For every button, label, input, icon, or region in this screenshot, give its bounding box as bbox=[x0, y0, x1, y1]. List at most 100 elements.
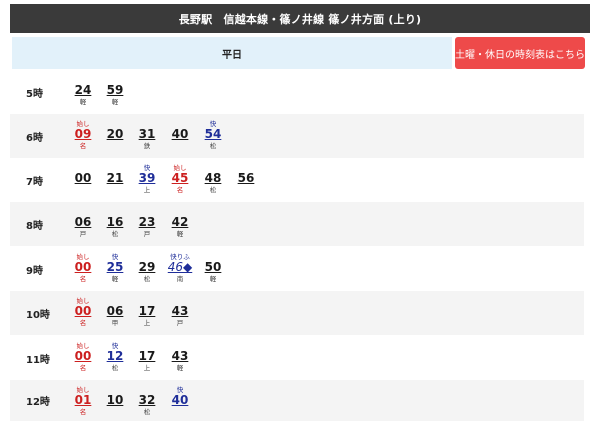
departure-minute[interactable]: 46◆ bbox=[163, 261, 197, 274]
holiday-timetable-button[interactable]: 土曜・休日の時刻表はこちら bbox=[455, 37, 585, 69]
departure-minute[interactable]: 06 bbox=[98, 305, 132, 318]
tab-weekday[interactable]: 平日 bbox=[12, 37, 452, 69]
departure-time[interactable]: 06 戸 bbox=[66, 202, 100, 246]
destination-mark: 松 bbox=[111, 364, 119, 372]
departure-minute[interactable]: 20 bbox=[98, 128, 132, 141]
destination-mark: 名 bbox=[176, 186, 184, 194]
departure-time[interactable]: 29 松 bbox=[130, 247, 164, 291]
departure-minute[interactable]: 12 bbox=[98, 350, 132, 363]
departure-time[interactable]: 59 軽 bbox=[98, 70, 132, 114]
departure-minute[interactable]: 45 bbox=[163, 172, 197, 185]
departure-time[interactable]: 40 bbox=[163, 114, 197, 158]
departure-minute[interactable]: 43 bbox=[163, 305, 197, 318]
destination-mark: 松 bbox=[111, 230, 119, 238]
destination-mark: 松 bbox=[143, 408, 151, 416]
departure-minute[interactable]: 42 bbox=[163, 216, 197, 229]
departure-time[interactable]: 21 bbox=[98, 158, 132, 202]
departure-minute[interactable]: 16 bbox=[98, 216, 132, 229]
departure-minute[interactable]: 00 bbox=[66, 172, 100, 185]
departure-time[interactable]: 10 bbox=[98, 380, 132, 421]
destination-mark: 戸 bbox=[143, 230, 151, 238]
departure-time[interactable]: 17 上 bbox=[130, 336, 164, 380]
destination-mark: 名 bbox=[79, 319, 87, 327]
destination-mark: 軽 bbox=[111, 98, 119, 106]
destination-mark: 軽 bbox=[176, 230, 184, 238]
departure-time[interactable]: 始し 01 名 bbox=[66, 380, 100, 421]
departure-minute[interactable]: 56 bbox=[229, 172, 263, 185]
departure-time[interactable]: 快 25 軽 bbox=[98, 247, 132, 291]
departure-minute[interactable]: 00 bbox=[66, 305, 100, 318]
hour-row: 12時 始し 01 名 10 32 松快 40 bbox=[10, 380, 584, 421]
hour-label: 5時 bbox=[26, 88, 43, 100]
hour-label: 10時 bbox=[26, 309, 50, 321]
departure-time[interactable]: 24 軽 bbox=[66, 70, 100, 114]
destination-mark: 上 bbox=[143, 319, 151, 327]
departure-minute[interactable]: 06 bbox=[66, 216, 100, 229]
departure-time[interactable]: 17 上 bbox=[130, 291, 164, 335]
hour-row: 9時 始し 00 名快 25 軽 29 松快りふ 46◆ 南 50 軽 bbox=[10, 247, 584, 291]
departure-time[interactable]: 48 松 bbox=[196, 158, 230, 202]
departure-minute[interactable]: 48 bbox=[196, 172, 230, 185]
destination-mark: 上 bbox=[143, 364, 151, 372]
departure-minute[interactable]: 17 bbox=[130, 350, 164, 363]
departure-minute[interactable]: 29 bbox=[130, 261, 164, 274]
hour-row: 5時 24 軽 59 軽 bbox=[10, 70, 584, 114]
departure-minute[interactable]: 50 bbox=[196, 261, 230, 274]
departure-time[interactable]: 32 松 bbox=[130, 380, 164, 421]
departure-minute[interactable]: 01 bbox=[66, 394, 100, 407]
departure-minute[interactable]: 00 bbox=[66, 261, 100, 274]
departure-time[interactable]: 快 40 bbox=[163, 380, 197, 421]
departure-minute[interactable]: 31 bbox=[130, 128, 164, 141]
destination-mark: 甲 bbox=[111, 319, 119, 327]
departure-minute[interactable]: 40 bbox=[163, 394, 197, 407]
destination-mark: 戸 bbox=[176, 319, 184, 327]
destination-mark: 松 bbox=[209, 142, 217, 150]
departure-minute[interactable]: 25 bbox=[98, 261, 132, 274]
departure-time[interactable]: 始し 00 名 bbox=[66, 336, 100, 380]
departure-time[interactable]: 快 12 松 bbox=[98, 336, 132, 380]
destination-mark: 名 bbox=[79, 364, 87, 372]
destination-mark: 軽 bbox=[79, 98, 87, 106]
destination-mark: 鉄 bbox=[143, 142, 151, 150]
departure-time[interactable]: 06 甲 bbox=[98, 291, 132, 335]
departure-minute[interactable]: 43 bbox=[163, 350, 197, 363]
departure-time[interactable]: 快 54 松 bbox=[196, 114, 230, 158]
departure-time[interactable]: 00 bbox=[66, 158, 100, 202]
departure-time[interactable]: 43 戸 bbox=[163, 291, 197, 335]
departure-time[interactable]: 20 bbox=[98, 114, 132, 158]
departure-minute[interactable]: 17 bbox=[130, 305, 164, 318]
departure-minute[interactable]: 39 bbox=[130, 172, 164, 185]
hour-label: 12時 bbox=[26, 397, 50, 408]
departure-minute[interactable]: 40 bbox=[163, 128, 197, 141]
departure-minute[interactable]: 32 bbox=[130, 394, 164, 407]
departure-time[interactable]: 56 bbox=[229, 158, 263, 202]
day-tabs: 平日 土曜・休日の時刻表はこちら bbox=[10, 37, 590, 69]
hour-row: 10時 始し 00 名 06 甲 17 上 43 戸 bbox=[10, 291, 584, 335]
departure-time[interactable]: 始し 45 名 bbox=[163, 158, 197, 202]
departure-minute[interactable]: 24 bbox=[66, 84, 100, 97]
departure-time[interactable]: 16 松 bbox=[98, 202, 132, 246]
departure-time[interactable]: 始し 00 名 bbox=[66, 291, 100, 335]
destination-mark: 軽 bbox=[176, 364, 184, 372]
departure-time[interactable]: 始し 00 名 bbox=[66, 247, 100, 291]
departure-minute[interactable]: 54 bbox=[196, 128, 230, 141]
hour-label: 6時 bbox=[26, 132, 43, 144]
departure-minute[interactable]: 59 bbox=[98, 84, 132, 97]
departure-time[interactable]: 快 39 上 bbox=[130, 158, 164, 202]
hour-label: 7時 bbox=[26, 176, 43, 188]
departure-minute[interactable]: 23 bbox=[130, 216, 164, 229]
departure-time[interactable]: 50 軽 bbox=[196, 247, 230, 291]
departure-time[interactable]: 23 戸 bbox=[130, 202, 164, 246]
departure-minute[interactable]: 10 bbox=[98, 394, 132, 407]
hour-row: 8時 06 戸 16 松 23 戸 42 軽 bbox=[10, 202, 584, 246]
departure-minute[interactable]: 00 bbox=[66, 350, 100, 363]
departure-time[interactable]: 31 鉄 bbox=[130, 114, 164, 158]
departure-time[interactable]: 43 軽 bbox=[163, 336, 197, 380]
departure-time[interactable]: 快りふ 46◆ 南 bbox=[163, 247, 197, 291]
departure-minute[interactable]: 09 bbox=[66, 128, 100, 141]
departure-time[interactable]: 42 軽 bbox=[163, 202, 197, 246]
hour-label: 9時 bbox=[26, 265, 43, 277]
destination-mark: 軽 bbox=[209, 275, 217, 283]
departure-minute[interactable]: 21 bbox=[98, 172, 132, 185]
departure-time[interactable]: 始し 09 名 bbox=[66, 114, 100, 158]
